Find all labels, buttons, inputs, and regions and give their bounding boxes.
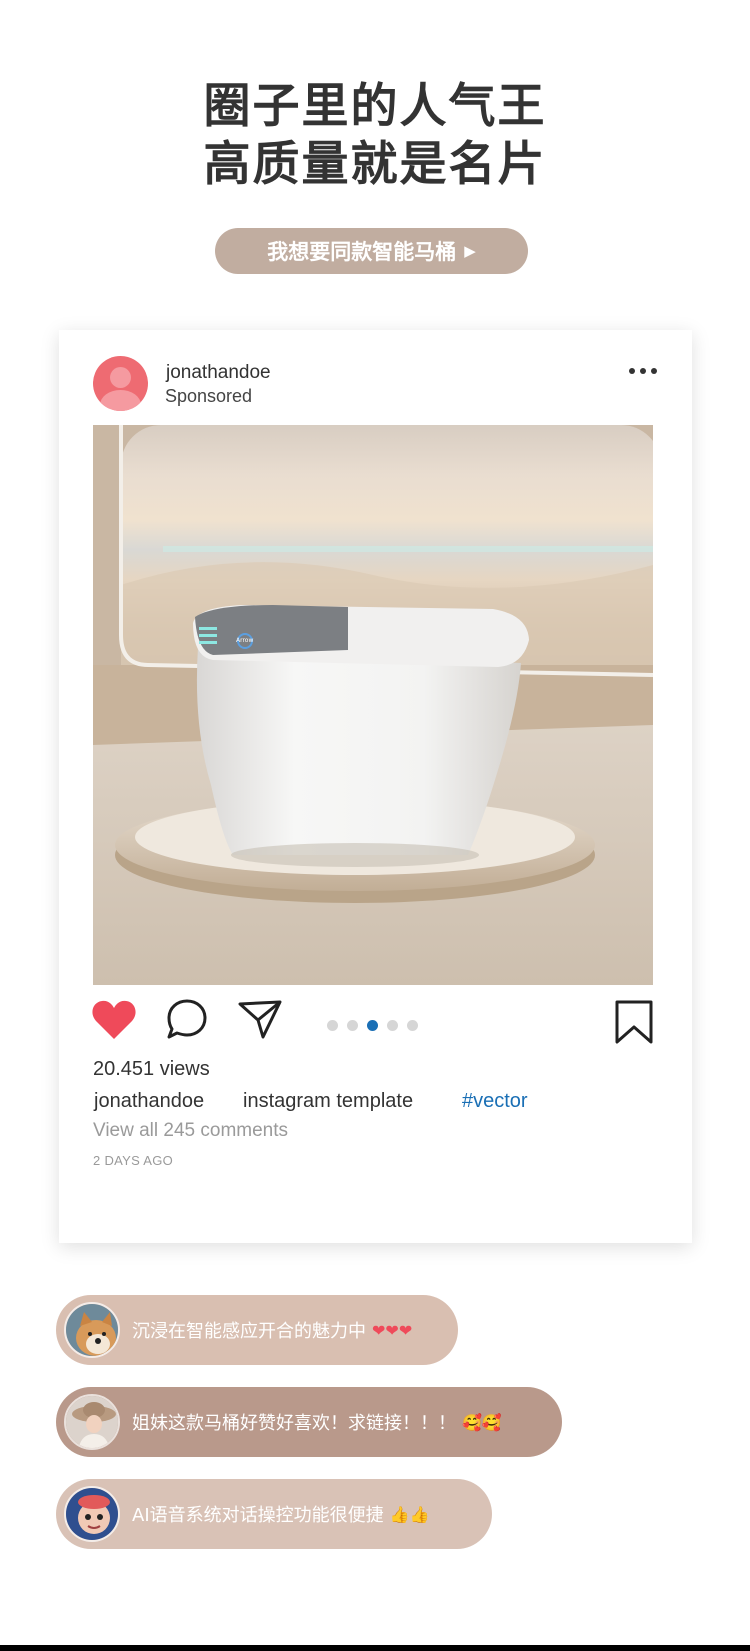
post-timestamp: 2 DAYS AGO xyxy=(93,1153,174,1168)
carousel-dot[interactable] xyxy=(347,1020,358,1031)
view-count: 20.451 views xyxy=(93,1058,210,1080)
headline-line-1: 圈子里的人气王 xyxy=(203,79,547,134)
thumbs-up-emoji-icon: 👍👍 xyxy=(389,1504,430,1524)
post-photo[interactable]: Arrow xyxy=(93,425,653,985)
carousel-dot[interactable] xyxy=(407,1020,418,1031)
play-arrow-icon: ▶ xyxy=(464,242,476,260)
comment-text: 沉浸在智能感应开合的魅力中 xyxy=(132,1321,366,1342)
hearts-emoji-icon: ❤❤❤ xyxy=(372,1320,413,1340)
buy-same-button[interactable]: 我想要同款智能马桶 ▶ xyxy=(215,228,528,274)
smiling-face-hearts-emoji-icon: 🥰🥰 xyxy=(462,1412,502,1432)
lid-brand-label: Arrow xyxy=(236,637,253,644)
comment-text: AI语音系统对话操控功能很便捷 xyxy=(132,1505,384,1526)
post-username[interactable]: jonathandoe xyxy=(166,362,271,384)
sponsored-label: Sponsored xyxy=(165,386,253,406)
send-icon[interactable] xyxy=(237,998,283,1040)
caption-username[interactable]: jonathandoe xyxy=(94,1090,204,1113)
smart-toilet-photo: Arrow xyxy=(93,425,653,985)
carousel-indicator xyxy=(327,1020,418,1031)
carousel-dot[interactable] xyxy=(387,1020,398,1031)
more-horizontal-icon[interactable] xyxy=(625,361,661,381)
carousel-dot-active[interactable] xyxy=(367,1020,378,1031)
cartoon-avatar xyxy=(64,1486,120,1542)
bookmark-icon[interactable] xyxy=(614,999,654,1045)
girl-with-hat-avatar xyxy=(64,1394,120,1450)
headline: 圈子里的人气王 高质量就是名片 xyxy=(0,78,750,194)
cta-label: 我想要同款智能马桶 xyxy=(267,240,457,264)
heart-icon[interactable] xyxy=(91,999,137,1041)
headline-line-2: 高质量就是名片 xyxy=(203,137,547,192)
caption-hashtag[interactable]: #vector xyxy=(462,1090,528,1113)
comment-icon[interactable] xyxy=(166,998,208,1040)
carousel-dot[interactable] xyxy=(327,1020,338,1031)
shiba-dog-avatar xyxy=(64,1302,120,1358)
avatar[interactable] xyxy=(93,356,148,411)
view-all-comments-link[interactable]: View all 245 comments xyxy=(93,1120,288,1142)
comment-bubble: 沉浸在智能感应开合的魅力中 ❤❤❤ xyxy=(56,1295,458,1365)
comment-bubble: AI语音系统对话操控功能很便捷 👍👍 xyxy=(56,1479,492,1549)
instagram-post-card: jonathandoe Sponsored Arrow 20.451 views… xyxy=(59,330,692,1243)
comment-bubble: 姐妹这款马桶好赞好喜欢！求链接！！！ 🥰🥰 xyxy=(56,1387,562,1457)
bottom-edge-bar xyxy=(0,1645,750,1651)
caption-text: instagram template xyxy=(243,1090,414,1112)
comment-text: 姐妹这款马桶好赞好喜欢！求链接！！！ xyxy=(132,1413,456,1434)
